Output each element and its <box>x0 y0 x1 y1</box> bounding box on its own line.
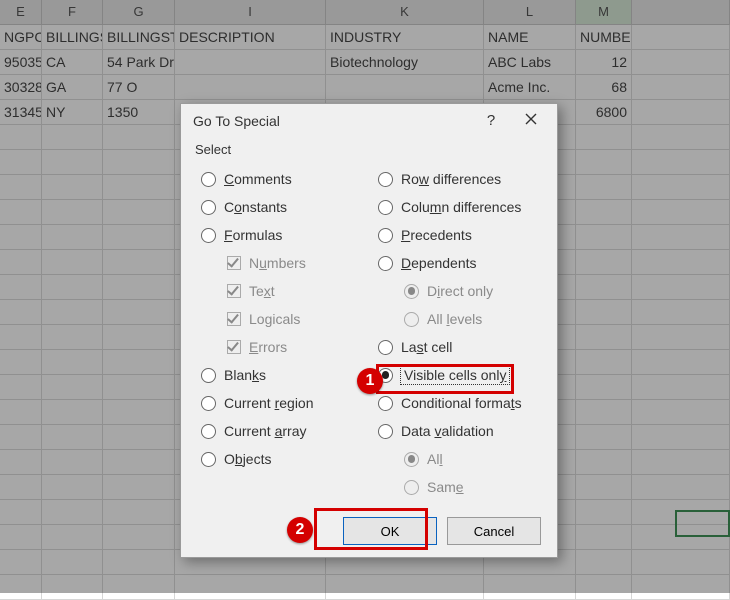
option-label: Dependents <box>401 255 477 271</box>
option-label: Formulas <box>224 227 282 243</box>
opt-blanks[interactable]: Blanks <box>195 361 366 389</box>
opt-logicals: Logicals <box>221 305 366 333</box>
radio-icon <box>201 424 216 439</box>
opt-last-cell[interactable]: Last cell <box>372 333 543 361</box>
radio-icon <box>378 256 393 271</box>
opt-same: Same <box>398 473 543 501</box>
cancel-button[interactable]: Cancel <box>447 517 541 545</box>
radio-icon <box>404 312 419 327</box>
option-label: Objects <box>224 451 271 467</box>
opt-all: All <box>398 445 543 473</box>
opt-constants[interactable]: Constants <box>195 193 366 221</box>
radio-icon <box>378 228 393 243</box>
dialog-titlebar: Go To Special ? <box>181 104 557 138</box>
opt-numbers: Numbers <box>221 249 366 277</box>
radio-icon <box>378 424 393 439</box>
radio-icon <box>201 228 216 243</box>
radio-icon <box>378 396 393 411</box>
radio-icon <box>378 340 393 355</box>
ok-button[interactable]: OK <box>343 517 437 545</box>
opt-col-diff[interactable]: Column differences <box>372 193 543 221</box>
option-label: Row differences <box>401 171 501 187</box>
opt-formulas[interactable]: Formulas <box>195 221 366 249</box>
opt-objects[interactable]: Objects <box>195 445 366 473</box>
radio-icon <box>201 200 216 215</box>
radio-icon <box>404 452 419 467</box>
option-label: Comments <box>224 171 292 187</box>
option-label: Errors <box>249 339 287 355</box>
option-label: Precedents <box>401 227 472 243</box>
option-label: Visible cells only <box>401 367 510 383</box>
option-label: Last cell <box>401 339 452 355</box>
radio-icon <box>201 396 216 411</box>
go-to-special-dialog: Go To Special ? Select Comments Constants… <box>180 103 558 558</box>
callout-2: 2 <box>287 517 313 543</box>
options-right-col: Row differences Column differences Precede… <box>372 165 543 501</box>
help-button[interactable]: ? <box>471 106 511 136</box>
opt-text: Text <box>221 277 366 305</box>
radio-icon <box>201 452 216 467</box>
opt-data-validation[interactable]: Data validation <box>372 417 543 445</box>
option-label: Constants <box>224 199 287 215</box>
option-label: Conditional formats <box>401 395 522 411</box>
opt-dependents[interactable]: Dependents <box>372 249 543 277</box>
radio-icon <box>404 284 419 299</box>
option-label: All <box>427 451 443 467</box>
radio-icon <box>201 172 216 187</box>
option-label: Current region <box>224 395 314 411</box>
option-label: Numbers <box>249 255 306 271</box>
option-label: Data validation <box>401 423 494 439</box>
opt-current-array[interactable]: Current array <box>195 417 366 445</box>
checkbox-icon <box>227 312 241 326</box>
close-icon <box>525 113 537 125</box>
opt-row-diff[interactable]: Row differences <box>372 165 543 193</box>
opt-comments[interactable]: Comments <box>195 165 366 193</box>
opt-errors: Errors <box>221 333 366 361</box>
option-label: Text <box>249 283 275 299</box>
checkbox-icon <box>227 284 241 298</box>
opt-visible-cells[interactable]: Visible cells only <box>372 361 543 389</box>
group-label: Select <box>195 142 543 157</box>
option-label: Logicals <box>249 311 300 327</box>
option-label: Column differences <box>401 199 521 215</box>
checkbox-icon <box>227 340 241 354</box>
opt-cond-formats[interactable]: Conditional formats <box>372 389 543 417</box>
radio-icon <box>201 368 216 383</box>
checkbox-icon <box>227 256 241 270</box>
option-label: All levels <box>427 311 482 327</box>
opt-all-levels: All levels <box>398 305 543 333</box>
options-left-col: Comments Constants Formulas Numbers Text Logi… <box>195 165 366 501</box>
option-label: Current array <box>224 423 307 439</box>
option-label: Same <box>427 479 464 495</box>
radio-icon <box>378 200 393 215</box>
close-button[interactable] <box>511 106 551 136</box>
option-label: Direct only <box>427 283 493 299</box>
radio-icon <box>404 480 419 495</box>
opt-direct-only: Direct only <box>398 277 543 305</box>
opt-current-region[interactable]: Current region <box>195 389 366 417</box>
opt-precedents[interactable]: Precedents <box>372 221 543 249</box>
radio-icon <box>378 172 393 187</box>
dialog-title: Go To Special <box>193 113 471 129</box>
callout-1: 1 <box>357 368 383 394</box>
option-label: Blanks <box>224 367 266 383</box>
